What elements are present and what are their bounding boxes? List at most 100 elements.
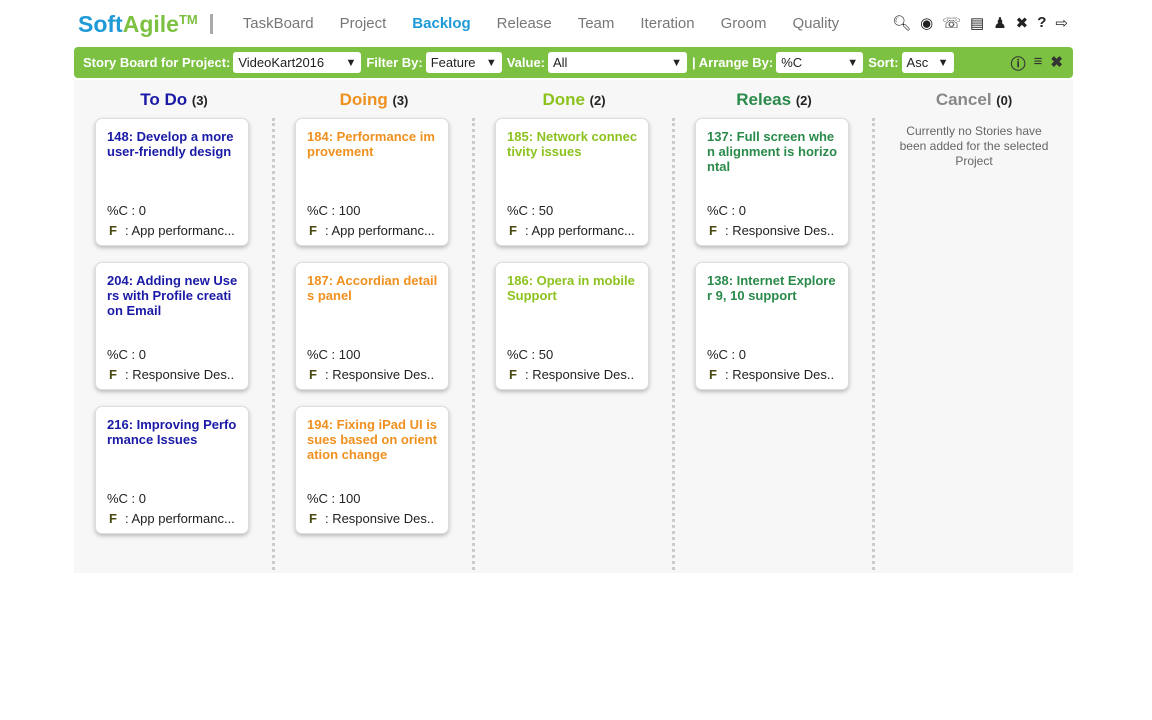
percent-complete: %C : 100 (307, 491, 361, 506)
feature-letter: F (309, 511, 317, 526)
column-count: (3) (191, 93, 208, 108)
story-title[interactable]: 184: Performance improvement (307, 129, 438, 193)
percent-complete: %C : 0 (107, 203, 147, 218)
filter-select[interactable]: Feature ▼ (425, 52, 502, 73)
nav-iteration[interactable]: Iteration (640, 15, 694, 32)
feature-name: Responsive Des.. (132, 367, 235, 382)
chat-icon[interactable]: ◉ (920, 14, 933, 32)
feature-row: F: App performanc... (109, 223, 235, 238)
percent-complete: %C : 0 (707, 203, 747, 218)
column-title: Doing (3) (339, 90, 409, 109)
feature-letter: F (109, 367, 117, 382)
feature-row: F: App performanc... (309, 223, 435, 238)
feature-letter: F (309, 367, 317, 382)
feature-name: Responsive Des.. (332, 511, 435, 526)
feature-letter: F (109, 511, 117, 526)
column-cancel: Cancel (0) Currently no Stories have been… (874, 80, 1074, 570)
column-title: Done (2) (542, 90, 606, 109)
percent-complete: %C : 0 (707, 347, 747, 362)
feature-letter: F (309, 223, 317, 238)
feature-name: Responsive Des.. (732, 223, 835, 238)
story-title[interactable]: 148: Develop a more user-friendly design (107, 129, 238, 193)
feature-row: F: Responsive Des.. (709, 223, 835, 238)
feature-row: F: Responsive Des.. (509, 367, 635, 382)
nav-taskboard[interactable]: TaskBoard (243, 15, 314, 32)
percent-complete: %C : 100 (307, 203, 361, 218)
help-icon[interactable]: ? (1037, 14, 1046, 32)
column-count: (3) (392, 93, 409, 108)
story-title[interactable]: 186: Opera in mobile Support (507, 273, 638, 337)
nav-backlog[interactable]: Backlog (412, 15, 470, 32)
feature-letter: F (709, 367, 717, 382)
column-releas: Releas (2) 137: Full screen when alignme… (674, 80, 875, 570)
feature-name: App performanc... (131, 511, 235, 526)
story-title[interactable]: 137: Full screen when alignment is horiz… (707, 129, 838, 193)
feature-name: Responsive Des.. (732, 367, 835, 382)
value-label: Value: (506, 55, 545, 70)
value-select[interactable]: All ▼ (548, 52, 687, 73)
nav-release[interactable]: Release (497, 15, 552, 32)
sort-label: Sort: (868, 55, 899, 70)
column-title: Cancel (0) (935, 90, 1013, 109)
tools-icon[interactable]: ✖ (1016, 14, 1029, 32)
list-view-icon[interactable]: ≡ (1034, 53, 1043, 74)
feature-row: F: Responsive Des.. (309, 511, 435, 526)
column-count: (2) (589, 93, 606, 108)
nav-groom[interactable]: Groom (721, 15, 767, 32)
toolbar: Story Board for Project: VideoKart2016 ▼ … (74, 47, 1073, 78)
column-title: To Do (3) (140, 90, 208, 109)
project-select[interactable]: VideoKart2016 ▼ (233, 52, 362, 73)
list-icon[interactable]: ▤ (970, 14, 984, 32)
nav-project[interactable]: Project (340, 15, 387, 32)
story-card[interactable]: 184: Performance improvement %C : 100 F:… (295, 118, 449, 246)
percent-complete: %C : 100 (307, 347, 361, 362)
feature-name: Responsive Des.. (532, 367, 635, 382)
story-title[interactable]: 194: Fixing iPad UI issues based on orie… (307, 417, 438, 481)
column-done: Done (2) 185: Network connectivity issue… (474, 80, 675, 570)
feature-letter: F (709, 223, 717, 238)
story-card[interactable]: 138: Internet Explorer 9, 10 support %C … (695, 262, 849, 390)
feature-name: App performanc... (531, 223, 635, 238)
column-count: (0) (996, 93, 1013, 108)
story-card[interactable]: 194: Fixing iPad UI issues based on orie… (295, 406, 449, 534)
story-title[interactable]: 204: Adding new Users with Profile creat… (107, 273, 238, 337)
nav-quality[interactable]: Quality (792, 15, 839, 32)
main-nav: TaskBoard Project Backlog Release Team Iterat… (243, 15, 865, 33)
feature-row: F: App performanc... (509, 223, 635, 238)
logo: SoftAgileTM (78, 10, 198, 37)
feature-name: App performanc... (131, 223, 235, 238)
story-card[interactable]: 216: Improving Performance Issues %C : 0… (95, 406, 249, 534)
support-icon[interactable]: ☏ (942, 14, 961, 32)
divider (209, 14, 213, 34)
story-card[interactable]: 148: Develop a more user-friendly design… (95, 118, 249, 246)
info-icon[interactable]: ⓘ (1011, 53, 1026, 74)
story-card[interactable]: 186: Opera in mobile Support %C : 50 F: … (495, 262, 649, 390)
filter-label: Filter By: (366, 55, 423, 70)
arrange-label: | Arrange By: (692, 55, 774, 70)
feature-row: F: App performanc... (109, 511, 235, 526)
story-title[interactable]: 187: Accordian details panel (307, 273, 438, 337)
percent-complete: %C : 50 (507, 203, 554, 218)
search-icon[interactable]: 🔍︎ (892, 14, 911, 32)
column-title: Releas (2) (736, 90, 812, 109)
feature-row: F: Responsive Des.. (109, 367, 235, 382)
story-card[interactable]: 137: Full screen when alignment is horiz… (695, 118, 849, 246)
story-title[interactable]: 216: Improving Performance Issues (107, 417, 238, 481)
story-card[interactable]: 185: Network connectivity issues %C : 50… (495, 118, 649, 246)
percent-complete: %C : 0 (107, 491, 147, 506)
story-card[interactable]: 187: Accordian details panel %C : 100 F:… (295, 262, 449, 390)
feature-row: F: Responsive Des.. (309, 367, 435, 382)
story-title[interactable]: 185: Network connectivity issues (507, 129, 638, 193)
feature-name: App performanc... (331, 223, 435, 238)
nav-team[interactable]: Team (578, 15, 615, 32)
percent-complete: %C : 0 (107, 347, 147, 362)
user-icon[interactable]: ♟ (993, 14, 1006, 32)
close-icon[interactable]: ✖ (1050, 53, 1063, 74)
story-board: To Do (3) 148: Develop a more user-frien… (74, 80, 1073, 573)
story-title[interactable]: 138: Internet Explorer 9, 10 support (707, 273, 838, 337)
story-card[interactable]: 204: Adding new Users with Profile creat… (95, 262, 249, 390)
header: SoftAgileTM TaskBoard Project Backlog Relea… (78, 6, 1068, 42)
arrange-select[interactable]: %C ▼ (776, 52, 864, 73)
logout-icon[interactable]: ⇨ (1055, 14, 1068, 32)
sort-select[interactable]: Asc ▼ (901, 52, 954, 73)
